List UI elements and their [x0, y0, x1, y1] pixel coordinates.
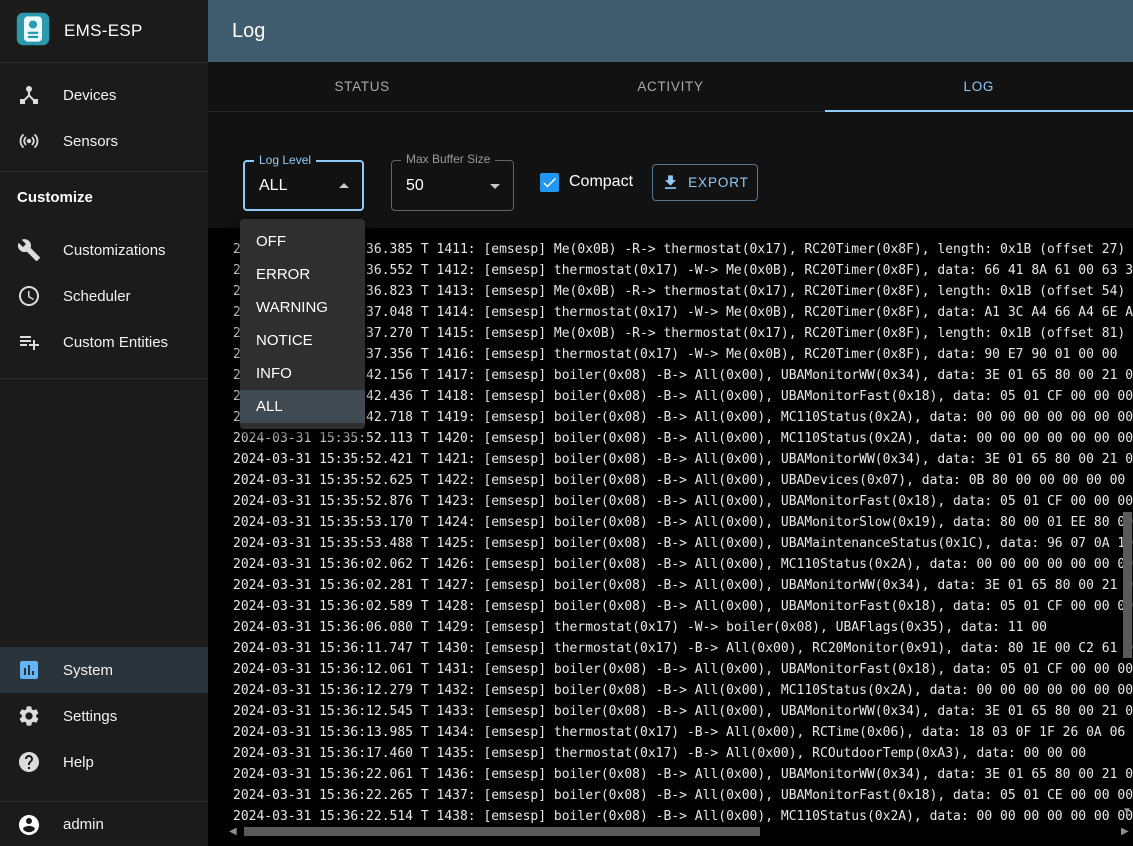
log-line: 2024-03-31 15:35:42.436 T 1418: [emsesp]… [233, 386, 1133, 407]
log-line: 2024-03-31 15:35:52.113 T 1420: [emsesp]… [233, 428, 1133, 449]
log-line: 2024-03-31 15:35:36.552 T 1412: [emsesp]… [233, 260, 1133, 281]
sidebar-item-customizations[interactable]: Customizations [0, 227, 208, 273]
menu-item-all[interactable]: ALL [240, 390, 365, 423]
divider [0, 171, 208, 172]
menu-item-warning[interactable]: WARNING [240, 291, 365, 324]
log-line: 2024-03-31 15:35:52.421 T 1421: [emsesp]… [233, 449, 1133, 470]
account-circle-icon [17, 813, 41, 837]
sidebar-section-customize: Customize [17, 189, 93, 206]
export-label: EXPORT [688, 175, 749, 190]
sensors-icon [17, 129, 41, 153]
vertical-scrollbar-thumb[interactable] [1123, 512, 1132, 658]
app: EMS-ESP Devices Sensors Customize Custom… [0, 0, 1133, 846]
sidebar-item-help[interactable]: Help [0, 739, 208, 785]
log-level-menu: OFF ERROR WARNING NOTICE INFO ALL [240, 219, 365, 429]
device-hub-icon [17, 83, 41, 107]
tab-activity[interactable]: ACTIVITY [516, 62, 824, 111]
log-level-label: Log Level [254, 153, 316, 167]
app-header: EMS-ESP [0, 0, 208, 62]
checkbox-checked-icon [540, 173, 559, 192]
sidebar-item-sensors[interactable]: Sensors [0, 118, 208, 164]
export-button[interactable]: EXPORT [652, 164, 758, 201]
sidebar-item-label: Help [63, 754, 94, 771]
log-line: 2024-03-31 15:35:53.170 T 1424: [emsesp]… [233, 512, 1133, 533]
menu-item-off[interactable]: OFF [240, 225, 365, 258]
gear-icon [17, 704, 41, 728]
log-line: 2024-03-31 15:36:02.281 T 1427: [emsesp]… [233, 575, 1133, 596]
sidebar: EMS-ESP Devices Sensors Customize Custom… [0, 0, 208, 846]
user-name: admin [63, 816, 104, 833]
log-line: 2024-03-31 15:35:42.156 T 1417: [emsesp]… [233, 365, 1133, 386]
wrench-icon [17, 238, 41, 262]
system-chart-icon [17, 658, 41, 682]
chevron-up-icon [332, 174, 356, 198]
chevron-down-icon [483, 174, 507, 198]
compact-checkbox[interactable]: Compact [540, 163, 633, 201]
divider [0, 378, 208, 379]
sidebar-user-admin[interactable]: admin [0, 803, 208, 846]
menu-item-info[interactable]: INFO [240, 357, 365, 390]
scroll-down-icon[interactable]: ▼ [1122, 807, 1132, 817]
log-line: 2024-03-31 15:36:11.747 T 1430: [emsesp]… [233, 638, 1133, 659]
sidebar-item-label: Devices [63, 87, 116, 104]
compact-label: Compact [569, 173, 633, 191]
emsesp-logo-icon [15, 11, 51, 52]
tab-status[interactable]: STATUS [208, 62, 516, 111]
log-line: 2024-03-31 15:35:42.718 T 1419: [emsesp]… [233, 407, 1133, 428]
log-line: 2024-03-31 15:36:12.279 T 1432: [emsesp]… [233, 680, 1133, 701]
log-line: 2024-03-31 15:36:12.061 T 1431: [emsesp]… [233, 659, 1133, 680]
log-line: 2024-03-31 15:36:22.265 T 1437: [emsesp]… [233, 785, 1133, 806]
log-line: 2024-03-31 15:36:13.985 T 1434: [emsesp]… [233, 722, 1133, 743]
sidebar-item-settings[interactable]: Settings [0, 693, 208, 739]
tab-log[interactable]: LOG [825, 62, 1133, 111]
sidebar-item-devices[interactable]: Devices [0, 72, 208, 118]
max-buffer-size-select[interactable]: Max Buffer Size 50 [391, 160, 514, 211]
help-icon [17, 750, 41, 774]
divider [0, 801, 208, 802]
sidebar-item-system[interactable]: System [0, 647, 208, 693]
sidebar-item-label: Scheduler [63, 288, 131, 305]
max-buffer-size-value: 50 [406, 177, 424, 195]
log-line: 2024-03-31 15:36:17.460 T 1435: [emsesp]… [233, 743, 1133, 764]
scroll-right-icon[interactable]: ▶ [1121, 827, 1129, 837]
tab-bar: STATUS ACTIVITY LOG [208, 62, 1133, 112]
sidebar-item-label: Settings [63, 708, 117, 725]
page-title: Log [232, 20, 265, 43]
log-line: 2024-03-31 15:36:22.061 T 1436: [emsesp]… [233, 764, 1133, 785]
log-line: 2024-03-31 15:35:37.356 T 1416: [emsesp]… [233, 344, 1133, 365]
log-line: 2024-03-31 15:35:37.270 T 1415: [emsesp]… [233, 323, 1133, 344]
menu-item-error[interactable]: ERROR [240, 258, 365, 291]
log-line: 2024-03-31 15:35:53.488 T 1425: [emsesp]… [233, 533, 1133, 554]
log-line: 2024-03-31 15:35:52.625 T 1422: [emsesp]… [233, 470, 1133, 491]
sidebar-item-custom-entities[interactable]: Custom Entities [0, 319, 208, 365]
log-line: 2024-03-31 15:36:06.080 T 1429: [emsesp]… [233, 617, 1133, 638]
sidebar-item-scheduler[interactable]: Scheduler [0, 273, 208, 319]
log-line: 2024-03-31 15:36:02.062 T 1426: [emsesp]… [233, 554, 1133, 575]
clock-icon [17, 284, 41, 308]
sidebar-item-label: Custom Entities [63, 334, 168, 351]
log-line: 2024-03-31 15:36:02.589 T 1428: [emsesp]… [233, 596, 1133, 617]
max-buffer-size-label: Max Buffer Size [401, 152, 495, 166]
log-level-value: ALL [259, 177, 287, 195]
sidebar-item-label: Customizations [63, 242, 166, 259]
download-icon [661, 173, 680, 192]
horizontal-scrollbar-thumb[interactable] [244, 827, 760, 836]
scroll-left-icon[interactable]: ◀ [229, 827, 237, 837]
app-title: EMS-ESP [64, 21, 143, 41]
log-line: 2024-03-31 15:35:37.048 T 1414: [emsesp]… [233, 302, 1133, 323]
log-line: 2024-03-31 15:36:12.545 T 1433: [emsesp]… [233, 701, 1133, 722]
log-line: 2024-03-31 15:35:36.385 T 1411: [emsesp]… [233, 239, 1133, 260]
log-line: 2024-03-31 15:35:36.823 T 1413: [emsesp]… [233, 281, 1133, 302]
sidebar-item-label: Sensors [63, 133, 118, 150]
log-line: 2024-03-31 15:36:22.514 T 1438: [emsesp]… [233, 806, 1133, 827]
divider [0, 62, 208, 63]
app-bar: Log [208, 0, 1133, 62]
log-line: 2024-03-31 15:35:52.876 T 1423: [emsesp]… [233, 491, 1133, 512]
menu-item-notice[interactable]: NOTICE [240, 324, 365, 357]
sidebar-item-label: System [63, 662, 113, 679]
log-level-select[interactable]: Log Level ALL [243, 160, 364, 211]
playlist-add-icon [17, 330, 41, 354]
